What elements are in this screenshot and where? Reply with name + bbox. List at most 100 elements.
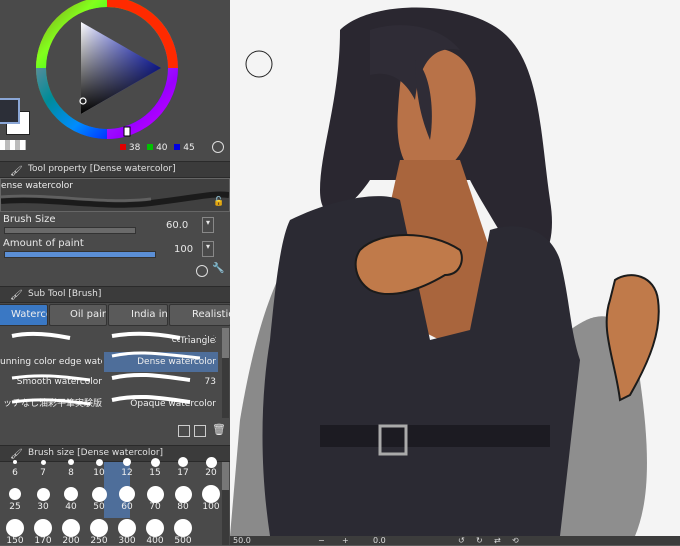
brush-size-preset-label: 80: [177, 502, 189, 512]
brush-size-dot: [146, 485, 164, 503]
copy-subtool-icon[interactable]: [178, 425, 190, 437]
brush-preview: ense watercolor 🔓: [0, 178, 230, 212]
tool-item-running-color[interactable]: unning color edge water: [0, 352, 102, 372]
reset-view-icon[interactable]: ⟲: [512, 536, 519, 545]
sub-tool-icon: 🖌: [10, 290, 23, 301]
brush-size-dot: [68, 459, 74, 465]
brush-size-preset[interactable]: 80: [170, 484, 196, 512]
new-subtool-icon[interactable]: [194, 425, 206, 437]
paint-amount-value[interactable]: 100: [174, 244, 193, 255]
delete-subtool-icon[interactable]: 🗑: [212, 423, 226, 436]
paint-amount-label: Amount of paint: [3, 238, 84, 249]
brush-size-preset-label: 40: [65, 502, 77, 512]
sub-tool-actions: 🗑: [178, 423, 228, 439]
brush-size-dot: [40, 459, 46, 465]
brush-size-preset-label: 70: [149, 502, 161, 512]
brush-size-preset[interactable]: 70: [142, 484, 168, 512]
tool-item-opaque-watercolor[interactable]: Opaque watercolor: [104, 394, 218, 414]
brush-size-slider[interactable]: [4, 227, 136, 234]
brush-size-panel-title: Brush size [Dense watercolor]: [28, 448, 164, 458]
brush-size-dot: [119, 486, 135, 502]
brush-size-scrollbar[interactable]: [222, 462, 229, 545]
brush-size-preset[interactable]: 25: [2, 484, 28, 512]
brush-size-grid: 6 7 8 10 12 15 17 20 25 30 40 50 60 70 80 100 150 170 200 2…: [0, 456, 224, 546]
brush-size-dot: [36, 487, 50, 501]
blue-value: 45: [183, 143, 195, 153]
transparent-swatch[interactable]: [0, 140, 26, 150]
red-indicator: [120, 144, 126, 150]
brush-size-preset[interactable]: 60: [114, 484, 140, 512]
brush-size-dot: [118, 519, 136, 537]
brush-size-preset[interactable]: 170: [30, 518, 56, 546]
brush-size-dot: [6, 519, 24, 537]
brush-size-dot: [34, 519, 52, 537]
brush-size-dot: [178, 457, 188, 467]
tab-realistic[interactable]: Realistic: [169, 304, 231, 326]
artwork: [230, 7, 660, 536]
tool-item-73[interactable]: 73: [104, 372, 218, 392]
sub-tool-title: Sub Tool [Brush]: [28, 289, 102, 299]
sub-tool-scrollbar[interactable]: [222, 328, 229, 418]
main-color-swatch[interactable]: [0, 98, 20, 124]
brush-size-value[interactable]: 60.0: [166, 220, 188, 231]
tab-india-ink[interactable]: India ink: [108, 304, 168, 326]
brush-size-dot: [205, 456, 217, 468]
brush-size-preset-label: 17: [177, 468, 189, 478]
paint-amount-dropdown-icon[interactable]: ▾: [202, 241, 214, 257]
brush-size-dot: [174, 485, 192, 503]
zoom-value[interactable]: 50.0: [233, 536, 251, 545]
wrench-icon[interactable]: 🔧: [212, 263, 224, 274]
blue-indicator: [174, 144, 181, 150]
brush-size-preset-label: 15: [149, 468, 161, 478]
brush-size-preset[interactable]: 100: [198, 484, 224, 512]
color-wheel-panel: 38 40 45: [0, 0, 230, 160]
tool-item-triangle-label: Triangle: [180, 336, 216, 346]
tab-watercolor[interactable]: Waterco: [0, 304, 48, 326]
color-settings-icon[interactable]: [212, 141, 224, 153]
brush-name-label: ense watercolor: [1, 181, 73, 191]
brush-size-preset[interactable]: 50: [86, 484, 112, 512]
zoom-out-icon[interactable]: −: [318, 536, 325, 545]
flip-icon[interactable]: ⇄: [494, 536, 501, 545]
brush-size-preset-label: 12: [121, 468, 133, 478]
brush-size-dot: [62, 519, 80, 537]
brush-size-preset[interactable]: 200: [58, 518, 84, 546]
status-bar: 50.0 − + 0.0 ↺ ↻ ⇄ ⟲: [230, 536, 680, 545]
brush-size-preset[interactable]: 250: [86, 518, 112, 546]
brush-size-preset[interactable]: 400: [142, 518, 168, 546]
lock-icon[interactable]: 🔓: [213, 197, 224, 207]
angle-value[interactable]: 0.0: [373, 536, 386, 545]
brush-size-preset[interactable]: 40: [58, 484, 84, 512]
brush-size-dropdown-icon[interactable]: ▾: [202, 217, 214, 233]
rotate-right-icon[interactable]: ↻: [476, 536, 483, 545]
tool-item-oil-flat[interactable]: ッチなし油彩平筆実験版: [0, 394, 102, 414]
brush-size-preset-label: 50: [93, 502, 105, 512]
zoom-in-icon[interactable]: +: [342, 536, 349, 545]
sub-tool-header: 🖌 Sub Tool [Brush]: [0, 286, 230, 303]
brush-size-preset-label: 60: [121, 502, 133, 512]
brush-size-preset[interactable]: 300: [114, 518, 140, 546]
brush-size-dot: [95, 458, 103, 466]
sub-tool-list: cool paint unning color edge water Dense…: [0, 328, 222, 438]
left-panel: 38 40 45 🖌 Tool property [Dense watercol…: [0, 0, 231, 546]
sub-tool-tabs: Waterco Oil paint India ink Realistic: [0, 304, 231, 326]
brush-size-preset[interactable]: 30: [30, 484, 56, 512]
paint-amount-slider[interactable]: [4, 251, 156, 258]
brush-size-preset-label: 8: [68, 468, 74, 478]
brush-size-preset[interactable]: 500: [170, 518, 196, 546]
brush-size-preset[interactable]: 150: [2, 518, 28, 546]
rotate-left-icon[interactable]: ↺: [458, 536, 465, 545]
green-indicator: [147, 144, 154, 150]
color-wheel[interactable]: [33, 0, 183, 150]
tool-property-menu-icon[interactable]: [196, 265, 208, 277]
tool-item-dense-watercolor[interactable]: Dense watercolor: [104, 352, 218, 372]
brush-tool-icon: 🖌: [10, 166, 23, 177]
tab-oil-paint[interactable]: Oil paint: [49, 304, 107, 326]
brush-size-dot: [202, 485, 220, 503]
tool-item-smooth-watercolor[interactable]: Smooth watercolor: [0, 372, 102, 392]
brush-size-dot: [150, 457, 160, 467]
canvas-area[interactable]: [230, 0, 680, 536]
brush-size-preset-label: 20: [205, 468, 217, 478]
brush-size-preset-label: 7: [40, 468, 46, 478]
brush-size-dot: [90, 519, 108, 537]
